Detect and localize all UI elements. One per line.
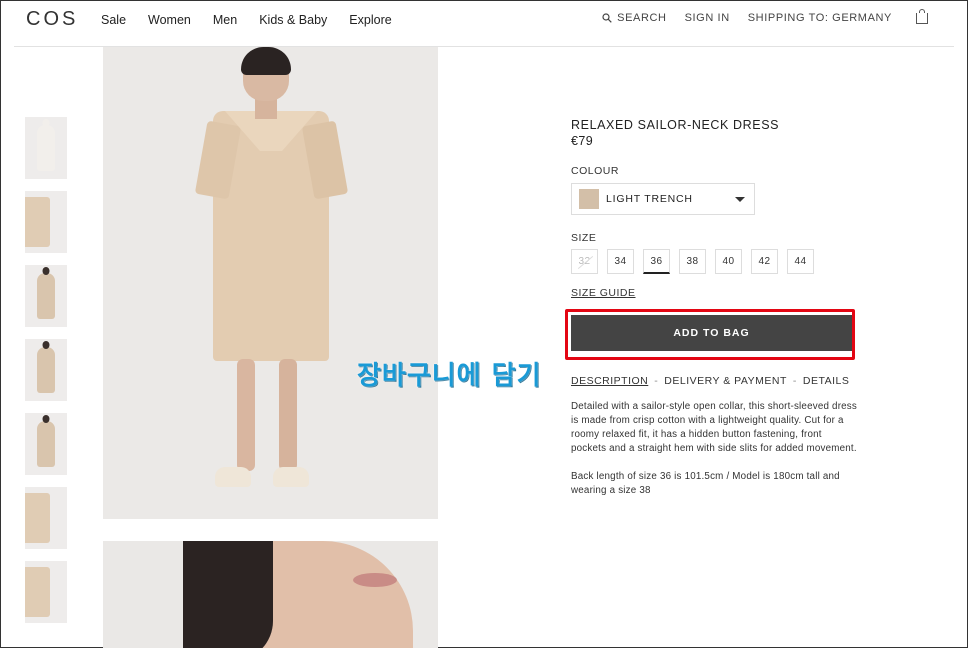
- fit-note: Back length of size 36 is 101.5cm / Mode…: [571, 471, 840, 496]
- tab-delivery-payment[interactable]: DELIVERY & PAYMENT: [664, 375, 787, 387]
- search-icon: [602, 13, 612, 23]
- nav-men[interactable]: Men: [213, 13, 237, 27]
- thumbnail-7[interactable]: [25, 561, 67, 623]
- colour-dropdown[interactable]: LIGHT TRENCH: [571, 183, 755, 215]
- thumbnail-list: [25, 117, 67, 635]
- model-leg-right: [279, 359, 297, 471]
- colour-label: COLOUR: [571, 165, 619, 177]
- site-header: COS Sale Women Men Kids & Baby Explore S…: [14, 0, 954, 47]
- thumbnail-5[interactable]: [25, 413, 67, 475]
- chevron-down-icon: [735, 196, 745, 202]
- annotation-label: 장바구니에 담기: [357, 361, 542, 391]
- thumbnail-4[interactable]: [25, 339, 67, 401]
- shopping-bag-icon[interactable]: [916, 8, 928, 24]
- tab-description[interactable]: DESCRIPTION: [571, 375, 648, 387]
- model-lips: [353, 573, 397, 587]
- thumbnail-1[interactable]: [25, 117, 67, 179]
- nav-kids-baby[interactable]: Kids & Baby: [259, 13, 327, 27]
- model-leg-left: [237, 359, 255, 471]
- tab-separator: -: [654, 375, 659, 387]
- size-label: SIZE: [571, 232, 597, 244]
- colour-swatch: [579, 189, 599, 209]
- size-option-38[interactable]: 38: [679, 249, 706, 274]
- shoe-left: [215, 467, 251, 487]
- product-image-secondary[interactable]: [103, 541, 438, 648]
- main-nav: Sale Women Men Kids & Baby Explore: [101, 13, 392, 27]
- model-hair-closeup: [183, 541, 273, 648]
- product-panel: RELAXED SAILOR-NECK DRESS €79 COLOUR LIG…: [565, 118, 871, 496]
- size-selector: 32 34 36 38 40 42 44: [571, 249, 814, 274]
- product-description: Detailed with a sailor-style open collar…: [571, 400, 857, 512]
- tab-details[interactable]: DETAILS: [803, 375, 849, 387]
- thumbnail-2[interactable]: [25, 191, 67, 253]
- thumbnail-3[interactable]: [25, 265, 67, 327]
- size-option-34[interactable]: 34: [607, 249, 634, 274]
- model-hair: [241, 47, 291, 75]
- size-option-44[interactable]: 44: [787, 249, 814, 274]
- add-to-bag-button[interactable]: ADD TO BAG: [571, 315, 852, 351]
- thumbnail-6[interactable]: [25, 487, 67, 549]
- cos-logo[interactable]: COS: [26, 8, 78, 31]
- nav-women[interactable]: Women: [148, 13, 191, 27]
- shoe-right: [273, 467, 309, 487]
- size-option-36[interactable]: 36: [643, 249, 670, 274]
- tab-separator: -: [792, 375, 797, 387]
- size-option-40[interactable]: 40: [715, 249, 742, 274]
- size-option-32[interactable]: 32: [571, 249, 598, 274]
- colour-value: LIGHT TRENCH: [606, 193, 693, 205]
- product-price: €79: [571, 134, 594, 148]
- shipping-label: SHIPPING TO:: [747, 12, 829, 24]
- description-text: Detailed with a sailor-style open collar…: [571, 401, 858, 454]
- info-tabs: DESCRIPTION - DELIVERY & PAYMENT - DETAI…: [571, 375, 849, 387]
- product-image-main[interactable]: [103, 47, 438, 519]
- search-label: SEARCH: [617, 12, 667, 24]
- nav-sale[interactable]: Sale: [101, 13, 126, 27]
- add-to-bag-highlight: ADD TO BAG: [565, 309, 855, 360]
- size-guide-link[interactable]: SIZE GUIDE: [571, 287, 636, 299]
- sign-in-link[interactable]: SIGN IN: [685, 12, 730, 24]
- header-utilities: SEARCH SIGN IN SHIPPING TO: GERMANY: [602, 8, 928, 24]
- shipping-selector[interactable]: SHIPPING TO: GERMANY: [748, 12, 892, 24]
- search-button[interactable]: SEARCH: [602, 12, 666, 24]
- shipping-country: GERMANY: [832, 12, 892, 24]
- product-title: RELAXED SAILOR-NECK DRESS: [571, 118, 780, 132]
- nav-explore[interactable]: Explore: [349, 13, 391, 27]
- size-option-42[interactable]: 42: [751, 249, 778, 274]
